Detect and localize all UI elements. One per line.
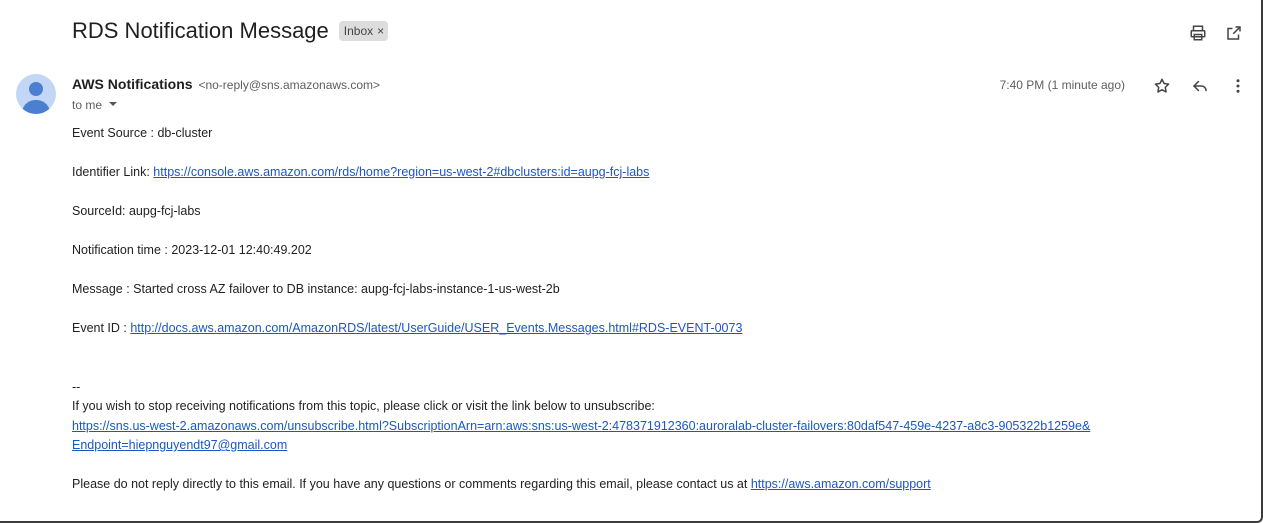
unsubscribe-link-line-1: https://sns.us-west-2.amazonaws.com/unsu… [72, 417, 1090, 437]
inbox-label-chip[interactable]: Inbox × [338, 21, 389, 41]
message-time: 7:40 PM (1 minute ago) [999, 78, 1125, 92]
footer-line: Please do not reply directly to this ema… [72, 475, 1090, 495]
recipient-row: to me [72, 98, 118, 112]
notification-time: Notification time : 2023-12-01 12:40:49.… [72, 243, 312, 257]
support-link[interactable]: https://aws.amazon.com/support [751, 477, 931, 491]
message-actions [1151, 75, 1249, 97]
unsubscribe-text: If you wish to stop receiving notificati… [72, 399, 655, 413]
event-source: Event Source : db-cluster [72, 126, 213, 140]
more-vert-icon[interactable] [1227, 75, 1249, 97]
message-line: Message : Started cross AZ failover to D… [72, 282, 560, 296]
unsubscribe-link[interactable]: https://sns.us-west-2.amazonaws.com/unsu… [72, 419, 1090, 433]
source-id: SourceId: aupg-fcj-labs [72, 204, 201, 218]
event-id-label: Event ID : [72, 321, 131, 335]
email-body: Event Source : db-cluster Identifier Lin… [72, 124, 1090, 495]
avatar-icon [16, 74, 56, 114]
identifier-line: Identifier Link: https://console.aws.ama… [72, 163, 1090, 183]
chevron-down-icon[interactable] [108, 98, 118, 112]
star-icon[interactable] [1151, 75, 1173, 97]
email-subject: RDS Notification Message [72, 18, 329, 43]
thread-toolbar [1187, 22, 1245, 44]
footer-text: Please do not reply directly to this ema… [72, 477, 751, 491]
identifier-link[interactable]: https://console.aws.amazon.com/rds/home?… [153, 165, 649, 179]
sender-email: <no-reply@sns.amazonaws.com> [198, 78, 381, 92]
unsubscribe-link-line-2: Endpoint=hiepnguyendt97@gmail.com [72, 436, 1090, 456]
sender: AWS Notifications <no-reply@sns.amazonaw… [72, 76, 380, 92]
reply-icon[interactable] [1189, 75, 1211, 97]
sender-name[interactable]: AWS Notifications [72, 76, 193, 92]
subject-row: RDS Notification Message Inbox × [72, 18, 389, 44]
recipient-label: to me [72, 98, 103, 112]
print-icon[interactable] [1187, 22, 1209, 44]
signature-separator: -- [72, 379, 81, 394]
identifier-label: Identifier Link: [72, 165, 154, 179]
event-id-line: Event ID : http://docs.aws.amazon.com/Am… [72, 319, 1090, 339]
remove-label-icon[interactable]: × [377, 24, 384, 38]
label-text: Inbox [343, 24, 374, 38]
event-id-link[interactable]: http://docs.aws.amazon.com/AmazonRDS/lat… [130, 321, 742, 335]
open-in-new-icon[interactable] [1223, 22, 1245, 44]
unsubscribe-link-endpoint[interactable]: Endpoint=hiepnguyendt97@gmail.com [72, 438, 287, 452]
